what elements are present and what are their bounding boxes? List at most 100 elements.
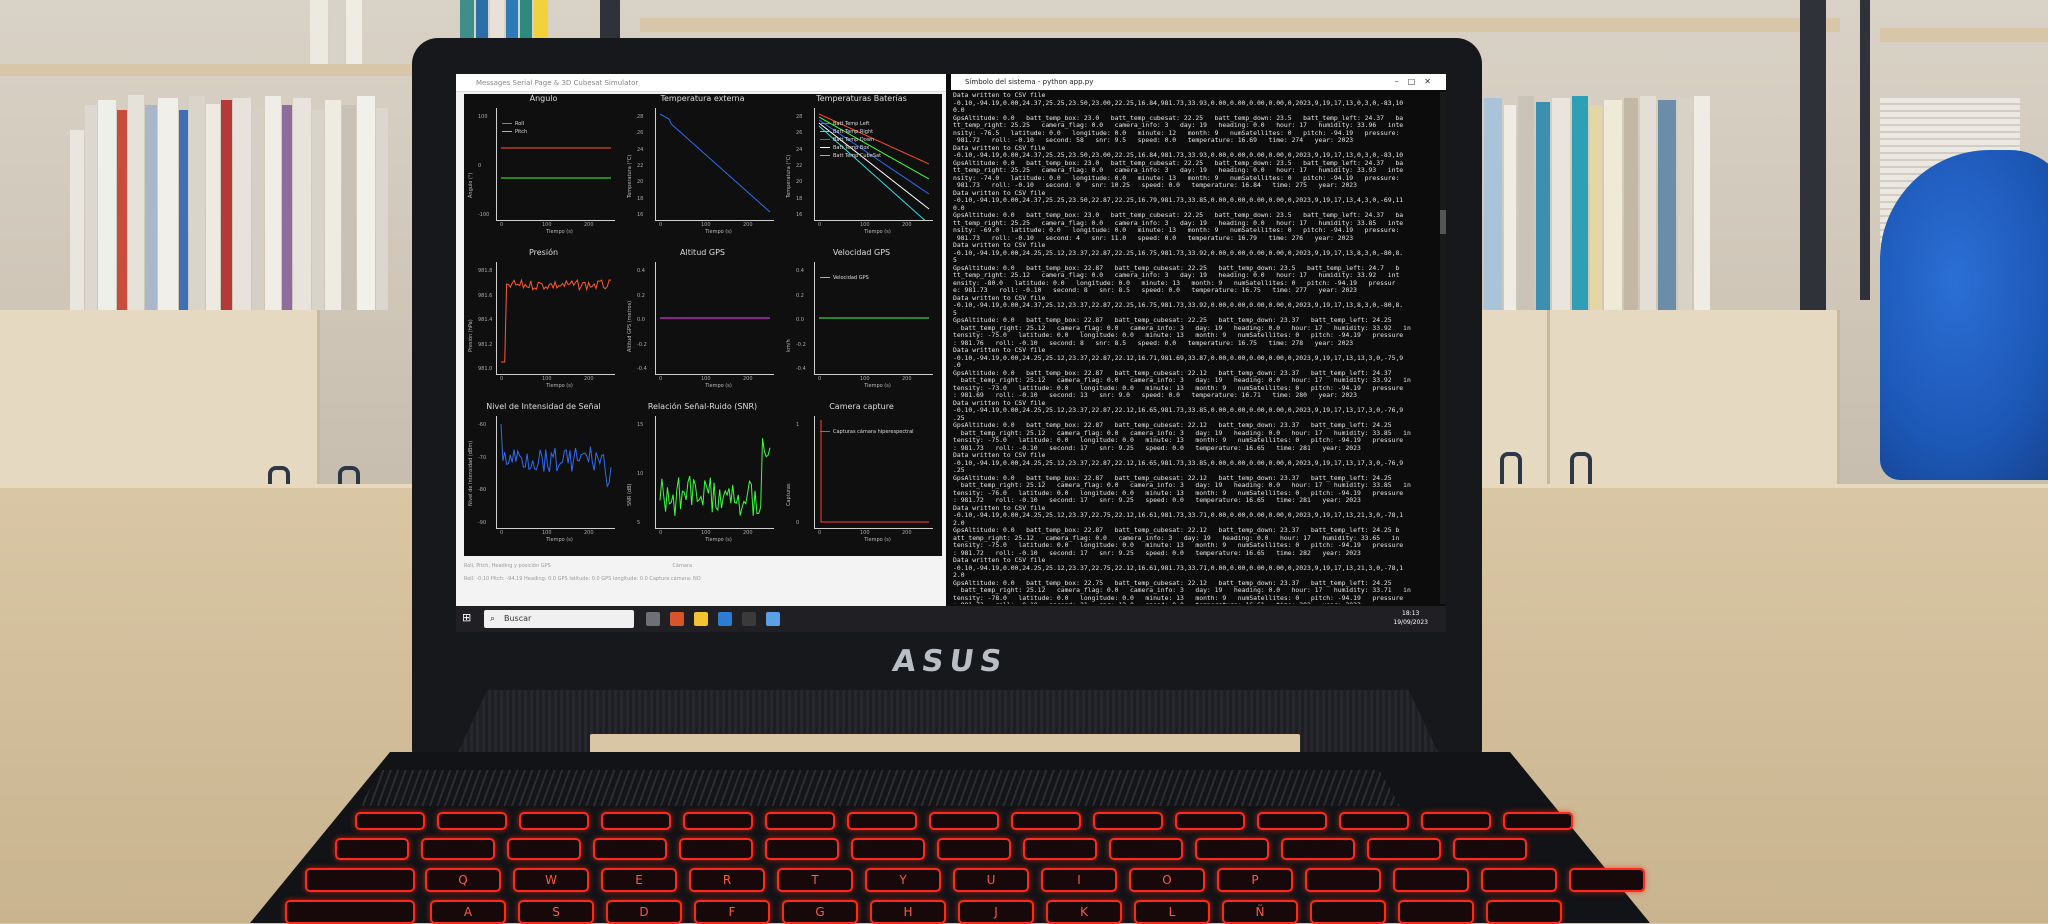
key[interactable]	[507, 838, 581, 860]
y-tick-label: 981.2	[478, 341, 493, 348]
tab-key[interactable]	[305, 868, 415, 892]
key[interactable]	[1281, 838, 1355, 860]
key-w[interactable]: W	[513, 868, 589, 892]
key-y[interactable]: Y	[865, 868, 941, 892]
taskbar-app-icon[interactable]	[694, 612, 708, 626]
y-tick-label: 0.2	[637, 292, 645, 299]
taskbar-app-icon[interactable]	[742, 612, 756, 626]
scrollbar-thumb[interactable]	[1440, 210, 1446, 234]
key-f[interactable]: F	[694, 900, 770, 924]
key[interactable]	[1257, 812, 1327, 830]
caps-lock-key[interactable]	[285, 900, 415, 924]
key[interactable]	[355, 812, 425, 830]
key[interactable]	[683, 812, 753, 830]
taskbar-app-icon[interactable]	[646, 612, 660, 626]
taskbar-search[interactable]: ⌕ Buscar	[484, 610, 634, 628]
taskbar-app-icon[interactable]	[766, 612, 780, 626]
key-k[interactable]: K	[1046, 900, 1122, 924]
key[interactable]	[1393, 868, 1469, 892]
key[interactable]	[679, 838, 753, 860]
key[interactable]	[519, 812, 589, 830]
subplot: Nivel de Intensidad de Señal -60 -70 -80 -90…	[464, 402, 623, 556]
key-p[interactable]: P	[1217, 868, 1293, 892]
key-j[interactable]: J	[958, 900, 1034, 924]
legend-label: Batt Temp Right	[833, 129, 874, 135]
plots-window[interactable]: Messages Serial Page & 3D Cubesat Simula…	[456, 74, 946, 606]
key-enye[interactable]: Ñ	[1222, 900, 1298, 924]
key[interactable]	[1195, 838, 1269, 860]
key[interactable]	[1310, 900, 1386, 924]
window-controls[interactable]: –□✕	[1395, 74, 1440, 90]
key-r[interactable]: R	[689, 868, 765, 892]
y-tick-label: 28	[637, 114, 644, 120]
console-output[interactable]: Data written to CSV file -0.10,-94.19,0.0…	[953, 92, 1439, 604]
key-d[interactable]: D	[606, 900, 682, 924]
console-scrollbar[interactable]	[1440, 92, 1446, 604]
key-l[interactable]: L	[1134, 900, 1210, 924]
y-axis-label: Ángulo (°)	[468, 172, 474, 198]
key-q[interactable]: Q	[425, 868, 501, 892]
key[interactable]	[593, 838, 667, 860]
key[interactable]	[421, 838, 495, 860]
key[interactable]	[929, 812, 999, 830]
key-u[interactable]: U	[953, 868, 1029, 892]
key[interactable]	[1109, 838, 1183, 860]
key[interactable]	[1569, 868, 1645, 892]
key[interactable]	[1367, 838, 1441, 860]
key[interactable]	[437, 812, 507, 830]
key[interactable]	[1175, 812, 1245, 830]
key[interactable]	[1011, 812, 1081, 830]
key[interactable]	[851, 838, 925, 860]
key[interactable]	[335, 838, 409, 860]
blue-chair	[1880, 150, 2048, 480]
subplot-title: Relación Señal-Ruido (SNR)	[647, 402, 758, 411]
key-h[interactable]: H	[870, 900, 946, 924]
console-line: -0.10,-94.19,0.00,24.25,25.12,23.37,22.8…	[953, 458, 1404, 467]
key[interactable]	[1486, 900, 1562, 924]
key[interactable]	[765, 838, 839, 860]
key[interactable]	[847, 812, 917, 830]
subplot: Temperaturas Baterías 28 26 24 22 20 18 16 0 100 2…	[782, 94, 941, 248]
key-a[interactable]: A	[430, 900, 506, 924]
y-tick-label: -80	[478, 487, 487, 494]
key-i[interactable]: I	[1041, 868, 1117, 892]
key-e[interactable]: E	[601, 868, 677, 892]
key[interactable]	[937, 838, 1011, 860]
cabinet-right-2	[1550, 310, 1840, 505]
key[interactable]	[1503, 812, 1573, 830]
plots-window-title: Messages Serial Page & 3D Cubesat Simula…	[456, 74, 946, 92]
key[interactable]	[1453, 838, 1527, 860]
x-tick-label: 0	[500, 376, 504, 382]
taskbar-app-icon[interactable]	[718, 612, 732, 626]
taskbar-clock[interactable]: 18:13 19/09/2023	[1393, 609, 1428, 627]
y-tick-label: 981.0	[478, 366, 493, 372]
x-axis-label: Tiempo (s)	[546, 229, 573, 235]
y-tick-label: -100	[478, 212, 490, 218]
key[interactable]	[1421, 812, 1491, 830]
y-tick-label: 22	[637, 163, 644, 169]
y-tick-label: -60	[478, 422, 487, 428]
subplot-title: Temperatura externa	[660, 94, 745, 103]
y-tick-label: 10	[637, 471, 644, 477]
key-t[interactable]: T	[777, 868, 853, 892]
key[interactable]	[1398, 900, 1474, 924]
key[interactable]	[1339, 812, 1409, 830]
key[interactable]	[1093, 812, 1163, 830]
console-window[interactable]: Símbolo del sistema - python app.py –□✕ …	[951, 74, 1446, 606]
console-title-text: Símbolo del sistema - python app.py	[965, 78, 1094, 86]
key[interactable]	[1481, 868, 1557, 892]
subplot: Camera capture 1 0 0 100 200 Tiempo (s) Captura…	[782, 402, 941, 556]
windows-start-icon[interactable]: ⊞	[462, 612, 474, 624]
console-line: -0.10,-94.19,0.00,24.25,25.12,23.37,22.8…	[953, 353, 1404, 362]
legend-label: Batt Temp Left	[833, 121, 870, 127]
subplot-axes	[655, 108, 774, 221]
y-tick-label: 0	[478, 163, 482, 169]
key-g[interactable]: G	[782, 900, 858, 924]
taskbar-app-icon[interactable]	[670, 612, 684, 626]
key-s[interactable]: S	[518, 900, 594, 924]
key[interactable]	[1305, 868, 1381, 892]
key[interactable]	[1023, 838, 1097, 860]
key-o[interactable]: O	[1129, 868, 1205, 892]
key[interactable]	[601, 812, 671, 830]
key[interactable]	[765, 812, 835, 830]
